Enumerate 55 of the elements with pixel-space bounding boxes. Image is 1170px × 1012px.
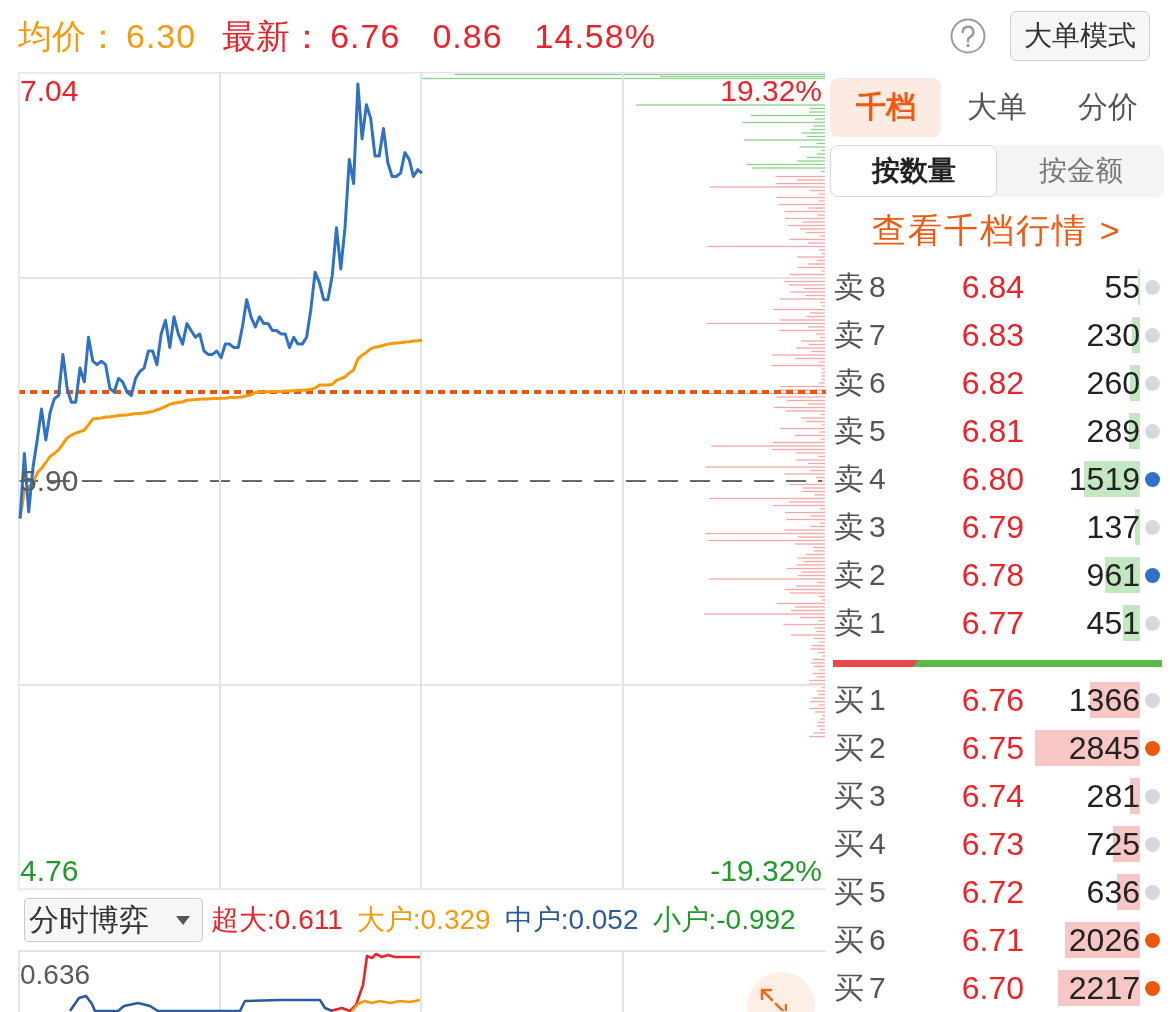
price-change-value: 0.86 bbox=[432, 16, 503, 56]
ask-level-label: 卖8 bbox=[833, 270, 892, 304]
bid-level-label: 买7 bbox=[833, 971, 892, 1005]
indicator-max-label: 0.636 bbox=[20, 960, 91, 990]
ask-price: 6.81 bbox=[960, 413, 1024, 449]
ask-price: 6.84 bbox=[960, 269, 1024, 305]
price-axis-label: 7.04 bbox=[20, 80, 79, 102]
bid-level-label: 买1 bbox=[833, 683, 892, 717]
bid-level-label: 买5 bbox=[833, 875, 892, 909]
ask-level-label: 卖5 bbox=[833, 414, 892, 448]
bid-price: 6.71 bbox=[960, 922, 1024, 958]
ask-price: 6.80 bbox=[960, 461, 1024, 497]
latest-price-value: 6.76 bbox=[330, 16, 401, 56]
expand-icon bbox=[759, 987, 787, 1011]
legend-value: 小户:-0.992 bbox=[652, 904, 796, 936]
bid-level-label: 买3 bbox=[833, 779, 892, 813]
tab[interactable]: 大单 bbox=[941, 78, 1053, 137]
help-icon[interactable] bbox=[950, 18, 986, 54]
percent-change-value: 14.58% bbox=[534, 16, 656, 56]
indicator-dropdown[interactable]: 分时博弈 bbox=[24, 898, 203, 942]
ask-price: 6.82 bbox=[960, 365, 1024, 401]
bid-price: 6.70 bbox=[960, 970, 1024, 1006]
bid-price: 6.75 bbox=[960, 730, 1024, 766]
bid-level-label: 买2 bbox=[833, 731, 892, 765]
high-percent-label: 19.32% bbox=[720, 80, 822, 102]
bid-price: 6.76 bbox=[960, 682, 1024, 718]
legend-value: 超大:0.611 bbox=[211, 904, 343, 936]
ask-level-label: 卖4 bbox=[833, 462, 892, 496]
ask-level-label: 卖7 bbox=[833, 318, 892, 352]
mode-button[interactable]: 大单模式 bbox=[1010, 11, 1150, 61]
toggle-option[interactable]: 按金额 bbox=[997, 145, 1164, 197]
toggle-option[interactable]: 按数量 bbox=[830, 145, 997, 197]
bid-level-label: 买4 bbox=[833, 827, 892, 861]
price-axis-label: 4.76 bbox=[20, 860, 79, 882]
ask-level-label: 卖2 bbox=[833, 558, 892, 592]
tab[interactable]: 分价 bbox=[1052, 78, 1164, 137]
low-percent-label: -19.32% bbox=[710, 860, 822, 882]
ask-price: 6.77 bbox=[960, 605, 1024, 641]
ask-level-label: 卖6 bbox=[833, 366, 892, 400]
dropdown-label: 分时博弈 bbox=[29, 903, 149, 937]
ask-level-label: 卖1 bbox=[833, 606, 892, 640]
bid-level-label: 买6 bbox=[833, 923, 892, 957]
average-price-label: 均价： bbox=[18, 16, 120, 56]
bid-price: 6.74 bbox=[960, 778, 1024, 814]
latest-price-label: 最新： bbox=[222, 16, 325, 56]
ask-price: 6.83 bbox=[960, 317, 1024, 353]
average-price-value: 6.30 bbox=[126, 16, 197, 56]
caret-icon bbox=[176, 915, 190, 925]
ask-level-label: 卖3 bbox=[833, 510, 892, 544]
bid-price: 6.72 bbox=[960, 874, 1024, 910]
bid-price: 6.73 bbox=[960, 826, 1024, 862]
legend-value: 大户:0.329 bbox=[356, 904, 491, 936]
ask-price: 6.78 bbox=[960, 557, 1024, 593]
ask-price: 6.79 bbox=[960, 509, 1024, 545]
legend-value: 中户:0.052 bbox=[504, 904, 639, 936]
